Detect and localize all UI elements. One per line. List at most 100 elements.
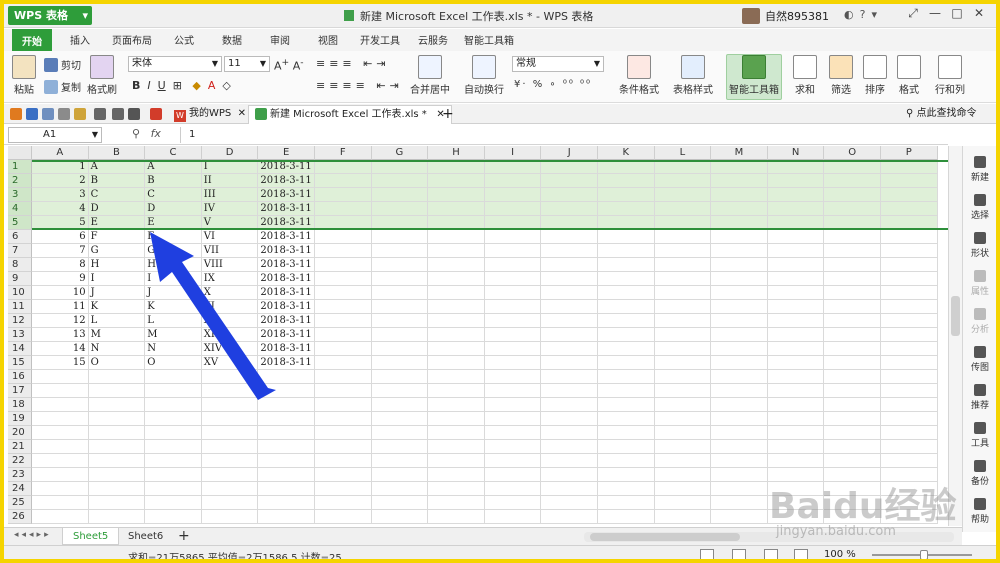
conditional-format-button[interactable]: 条件格式: [614, 55, 664, 96]
horizontal-scrollbar[interactable]: [584, 532, 954, 542]
cell[interactable]: [428, 300, 485, 314]
row-header[interactable]: 10: [8, 286, 32, 300]
underline-icon[interactable]: U: [158, 79, 166, 92]
cell[interactable]: [371, 496, 429, 510]
cell[interactable]: [315, 244, 372, 258]
table-row[interactable]: 4 D D IV 2018-3-11: [32, 202, 948, 216]
cell[interactable]: [145, 454, 202, 468]
cell[interactable]: 2: [32, 174, 89, 188]
cell[interactable]: [541, 216, 598, 230]
cell[interactable]: [484, 384, 542, 398]
cell[interactable]: [371, 202, 429, 216]
side-panel-item[interactable]: 帮助: [963, 498, 996, 525]
cell[interactable]: [598, 398, 655, 412]
cell[interactable]: [371, 272, 429, 286]
cell[interactable]: [315, 454, 372, 468]
cell[interactable]: [428, 384, 485, 398]
cell[interactable]: [711, 384, 768, 398]
cell[interactable]: 2018-3-11: [258, 258, 315, 272]
cell[interactable]: L: [88, 314, 146, 328]
cell[interactable]: [484, 188, 542, 202]
cell[interactable]: [201, 440, 259, 454]
cell[interactable]: [32, 412, 89, 426]
row-header[interactable]: 15: [8, 356, 32, 370]
cell[interactable]: [484, 398, 542, 412]
cell[interactable]: [767, 426, 825, 440]
cell[interactable]: [881, 314, 938, 328]
cell[interactable]: [654, 300, 712, 314]
cell[interactable]: [541, 496, 598, 510]
cell[interactable]: [201, 398, 259, 412]
cell[interactable]: O: [145, 356, 202, 370]
cell[interactable]: [881, 370, 938, 384]
cell[interactable]: M: [145, 328, 202, 342]
cell[interactable]: [315, 356, 372, 370]
cell[interactable]: [371, 384, 429, 398]
cell[interactable]: [598, 314, 655, 328]
cell[interactable]: I: [201, 160, 259, 174]
cell[interactable]: [598, 510, 655, 524]
skin-icon[interactable]: ◐: [844, 8, 854, 21]
cell[interactable]: [711, 370, 768, 384]
row-header[interactable]: 20: [8, 426, 32, 440]
cell[interactable]: 11: [32, 300, 89, 314]
cell[interactable]: C: [145, 188, 202, 202]
cell[interactable]: [371, 286, 429, 300]
cell[interactable]: [598, 244, 655, 258]
cell[interactable]: D: [145, 202, 202, 216]
cell[interactable]: [881, 356, 938, 370]
cell[interactable]: [371, 160, 429, 174]
close-icon[interactable]: ✕: [968, 6, 990, 20]
cell[interactable]: [315, 510, 372, 524]
format-button[interactable]: 格式: [894, 55, 924, 96]
cell[interactable]: XIII: [201, 328, 259, 342]
cell[interactable]: [767, 328, 825, 342]
cell[interactable]: [428, 398, 485, 412]
cell[interactable]: [541, 328, 598, 342]
cell[interactable]: [201, 454, 259, 468]
font-name-select[interactable]: 宋体 ▼: [128, 56, 222, 72]
font-size-select[interactable]: 11 ▼: [224, 56, 270, 72]
cell[interactable]: [711, 272, 768, 286]
cell[interactable]: [598, 258, 655, 272]
cell[interactable]: [598, 174, 655, 188]
help-icon[interactable]: ?: [860, 8, 866, 21]
cell[interactable]: [484, 244, 542, 258]
cell[interactable]: XI: [201, 300, 259, 314]
new-tab-plus-icon[interactable]: +: [436, 105, 460, 124]
cell[interactable]: [258, 482, 315, 496]
cell[interactable]: [541, 482, 598, 496]
cell[interactable]: [824, 286, 881, 300]
column-header-m[interactable]: M: [711, 146, 768, 160]
number-format-icons[interactable]: ¥· % ∘ ⁰⁰ ⁰⁰: [514, 79, 592, 90]
table-row[interactable]: [32, 426, 948, 440]
cell[interactable]: [767, 342, 825, 356]
column-header-p[interactable]: P: [881, 146, 938, 160]
cell[interactable]: [654, 496, 712, 510]
cell[interactable]: [201, 496, 259, 510]
cell[interactable]: [484, 426, 542, 440]
cell[interactable]: [767, 272, 825, 286]
vertical-align-icons[interactable]: ≡≡≡ ⇤⇥: [316, 57, 390, 70]
row-header[interactable]: 7: [8, 244, 32, 258]
cell[interactable]: [258, 370, 315, 384]
cell[interactable]: [541, 160, 598, 174]
cell[interactable]: [428, 510, 485, 524]
cell[interactable]: 2018-3-11: [258, 216, 315, 230]
cell[interactable]: [654, 188, 712, 202]
side-panel-item[interactable]: 传图: [963, 346, 996, 373]
cell[interactable]: [484, 216, 542, 230]
vertical-scrollbar[interactable]: [948, 146, 962, 526]
cell[interactable]: [428, 188, 485, 202]
cell[interactable]: [881, 174, 938, 188]
cell[interactable]: [258, 468, 315, 482]
cell[interactable]: 1: [32, 160, 89, 174]
cell[interactable]: [654, 440, 712, 454]
cell[interactable]: [371, 468, 429, 482]
cell[interactable]: 2018-3-11: [258, 300, 315, 314]
row-header[interactable]: 23: [8, 468, 32, 482]
cell[interactable]: [371, 356, 429, 370]
cell[interactable]: [315, 174, 372, 188]
export-icon[interactable]: [74, 108, 86, 120]
table-row[interactable]: 3 C C III 2018-3-11: [32, 188, 948, 202]
